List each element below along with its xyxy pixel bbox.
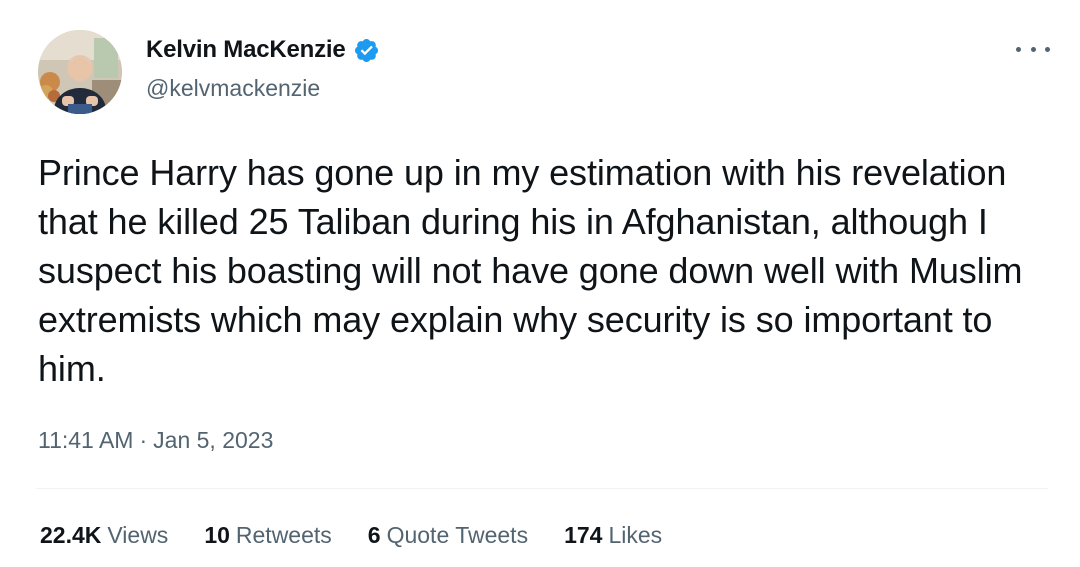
avatar[interactable] — [38, 30, 122, 114]
stat-value: 10 — [204, 522, 230, 548]
dot-icon — [1045, 46, 1050, 52]
stat-likes[interactable]: 174 Likes — [564, 522, 662, 549]
verified-badge-icon — [353, 37, 380, 64]
tweet-card: Kelvin MacKenzie @kelvmackenzie Prince H… — [0, 0, 1080, 567]
tweet-stats: 22.4K Views 10 Retweets 6 Quote Tweets 1… — [40, 522, 662, 549]
stat-quote-tweets[interactable]: 6 Quote Tweets — [368, 522, 528, 549]
tweet-time: 11:41 AM — [38, 427, 134, 453]
stat-label: Quote Tweets — [386, 522, 529, 548]
tweet-date: Jan 5, 2023 — [153, 427, 274, 453]
stat-value: 22.4K — [40, 522, 102, 548]
author-handle[interactable]: @kelvmackenzie — [146, 75, 320, 102]
author-name-row: Kelvin MacKenzie — [146, 36, 380, 64]
dot-icon — [1030, 46, 1036, 52]
stat-retweets[interactable]: 10 Retweets — [204, 522, 331, 549]
tweet-timestamp[interactable]: 11:41 AM · Jan 5, 2023 — [38, 427, 273, 454]
profile-photo-icon — [38, 30, 122, 114]
author-display-name[interactable]: Kelvin MacKenzie — [146, 36, 346, 64]
tweet-text: Prince Harry has gone up in my estimatio… — [38, 152, 1023, 389]
stat-label: Retweets — [235, 522, 332, 548]
dot-icon — [1016, 46, 1021, 52]
stat-views[interactable]: 22.4K Views — [40, 522, 168, 549]
timestamp-separator: · — [139, 427, 148, 453]
divider — [36, 488, 1048, 489]
stat-value: 6 — [367, 522, 381, 548]
stat-label: Likes — [608, 522, 663, 548]
stat-label: Views — [107, 522, 169, 548]
more-options-icon[interactable] — [1016, 38, 1050, 60]
stat-value: 174 — [564, 522, 603, 548]
